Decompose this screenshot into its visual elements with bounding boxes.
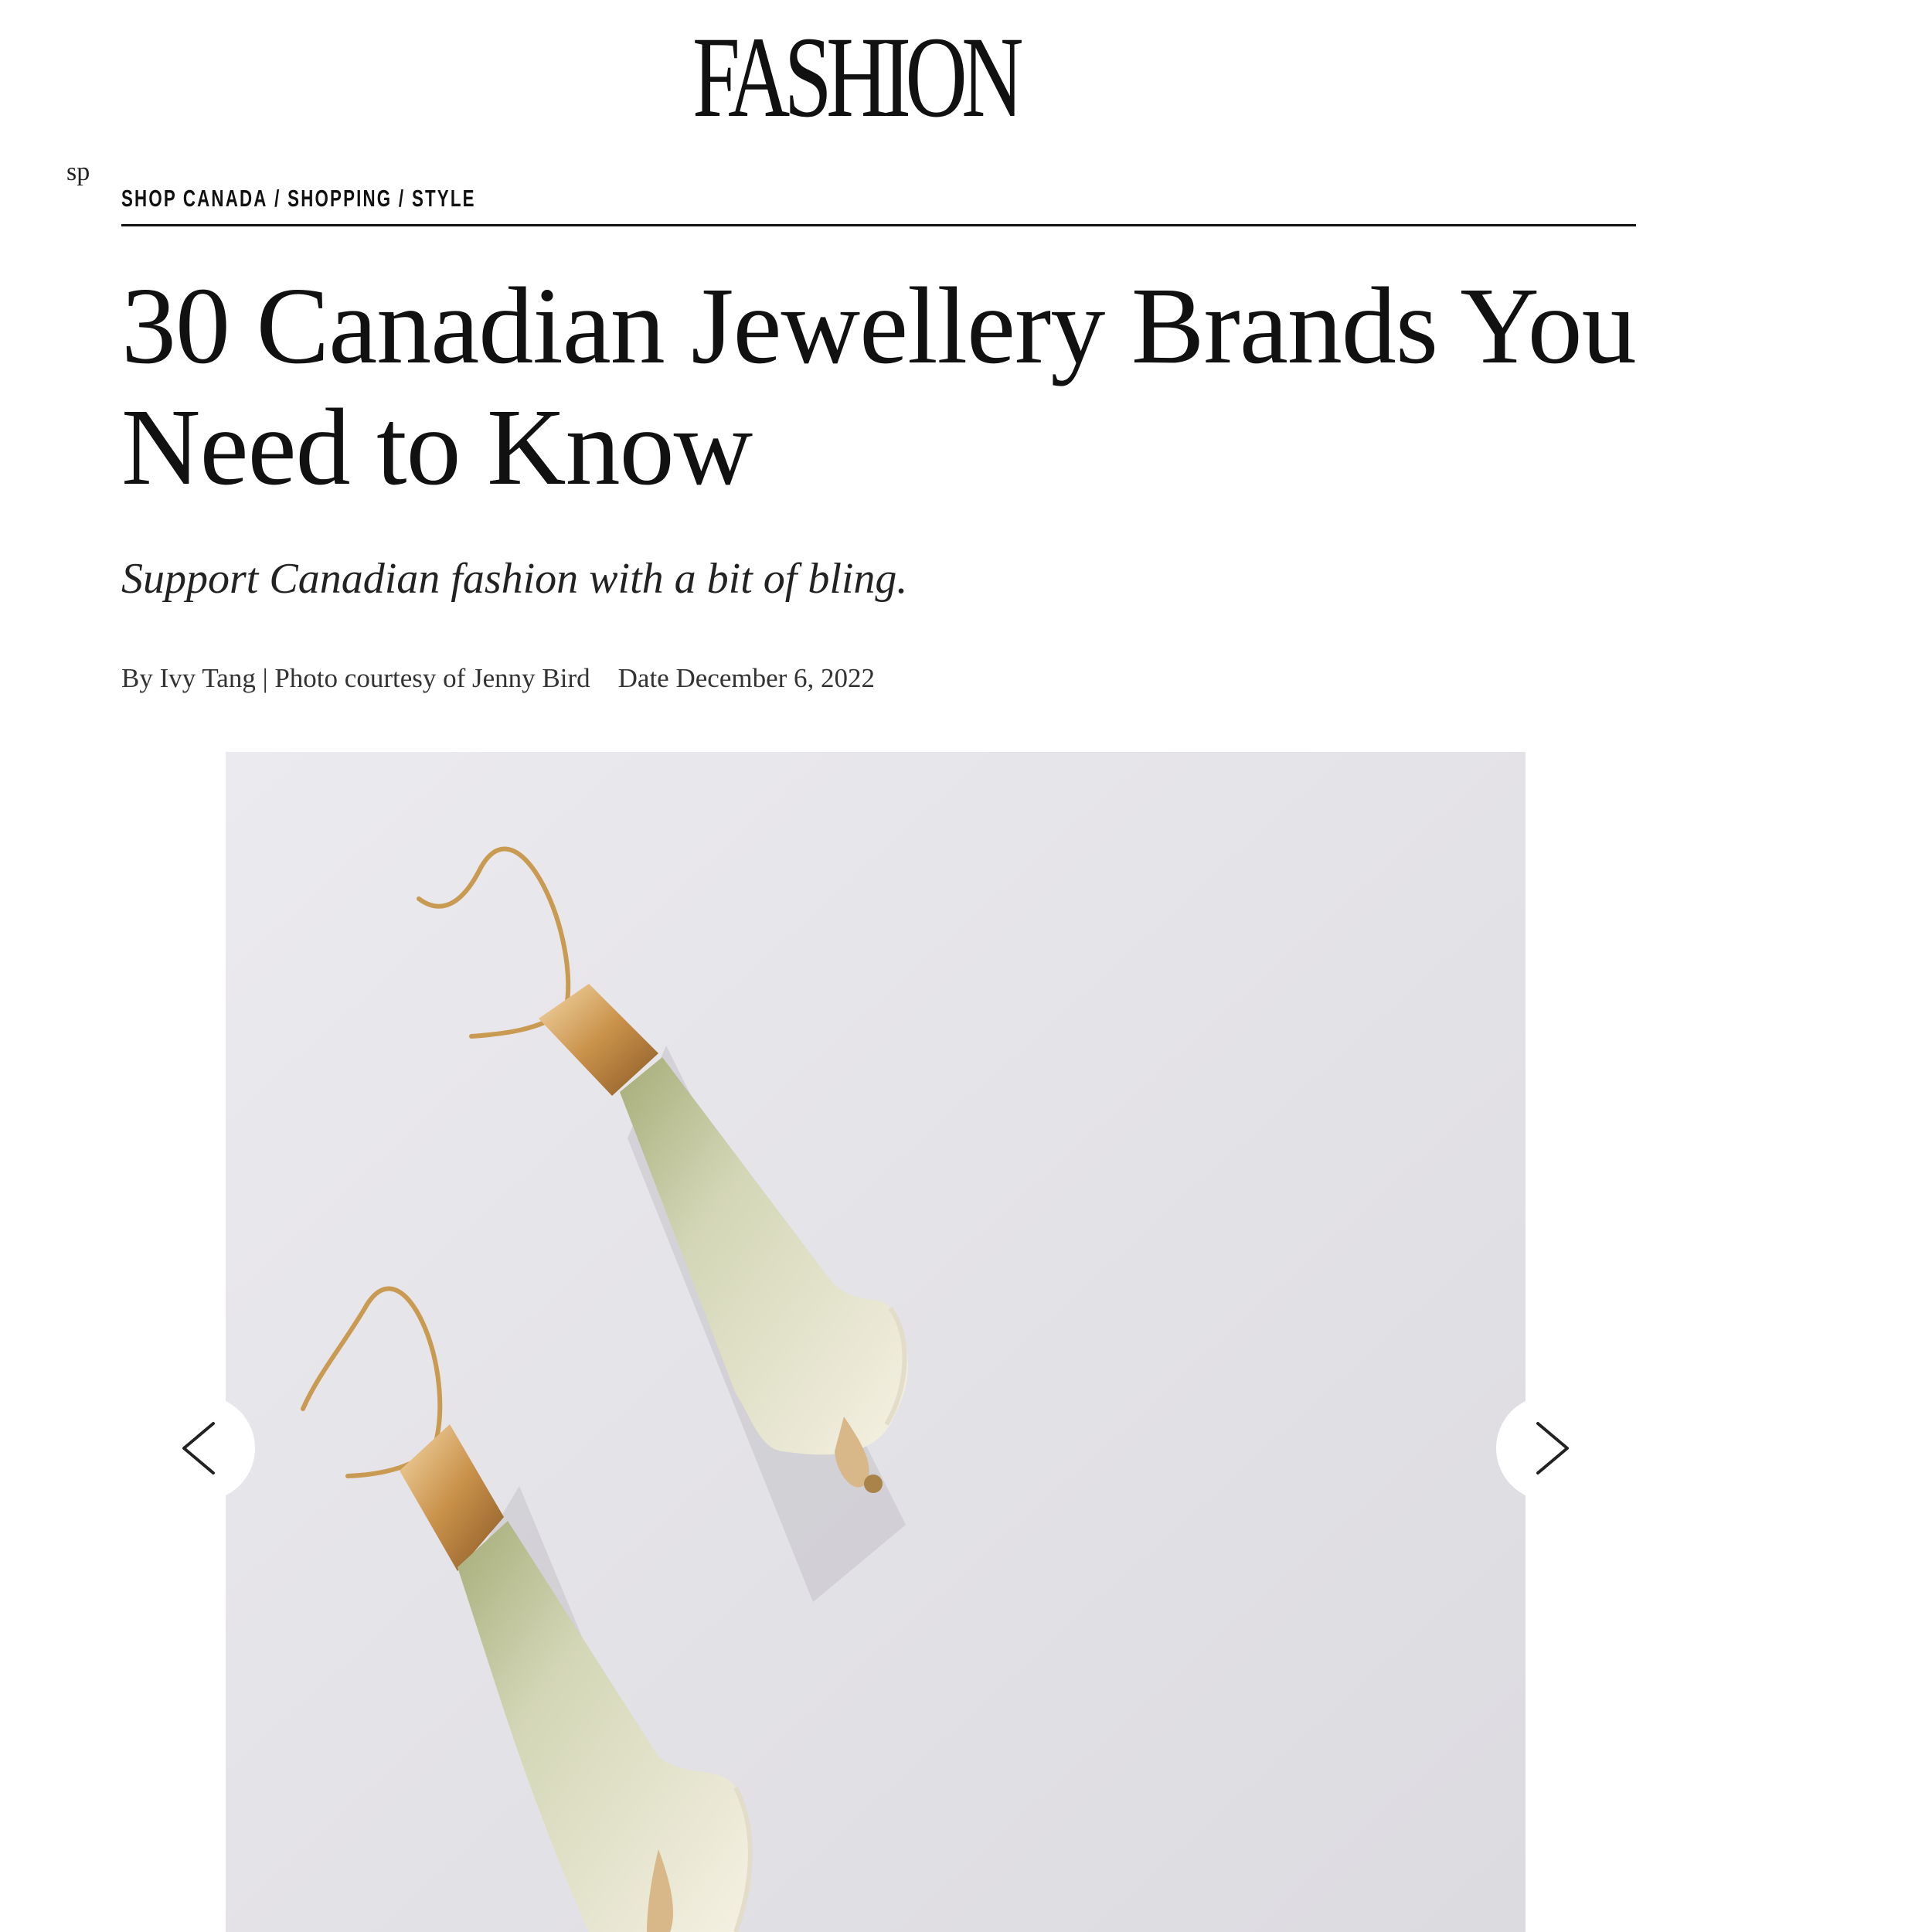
article-byline: By Ivy Tang | Photo courtesy of Jenny Bi… (121, 663, 590, 693)
carousel-prev-button[interactable] (150, 1396, 255, 1501)
article-headline: 30 Canadian Jewellery Brands You Need to… (121, 264, 1637, 508)
article-date: December 6, 2022 (675, 663, 876, 693)
breadcrumb-separator: / (398, 185, 406, 212)
breadcrumb: SHOP CANADA / SHOPPING / STYLE (121, 182, 476, 215)
chevron-left-icon (182, 1422, 215, 1475)
breadcrumb-link-shop-canada[interactable]: SHOP CANADA (121, 185, 268, 212)
article-byline-row: By Ivy Tang | Photo courtesy of Jenny Bi… (121, 661, 875, 696)
chevron-right-icon (1536, 1422, 1569, 1475)
article-dek: Support Canadian fashion with a bit of b… (121, 555, 908, 603)
breadcrumb-link-shopping[interactable]: SHOPPING (287, 185, 392, 212)
breadcrumb-separator: / (274, 185, 281, 212)
site-logo[interactable]: FASHION (692, 19, 1023, 135)
date-label: Date (617, 663, 669, 693)
article-date-group: Date December 6, 2022 (618, 663, 875, 693)
breadcrumb-divider (121, 224, 1636, 226)
breadcrumb-link-style[interactable]: STYLE (412, 185, 476, 212)
earrings-illustration (226, 752, 1526, 1932)
carousel-next-button[interactable] (1496, 1396, 1601, 1501)
clipped-text-fragment: sp (66, 158, 90, 186)
gallery-image (226, 752, 1526, 1932)
